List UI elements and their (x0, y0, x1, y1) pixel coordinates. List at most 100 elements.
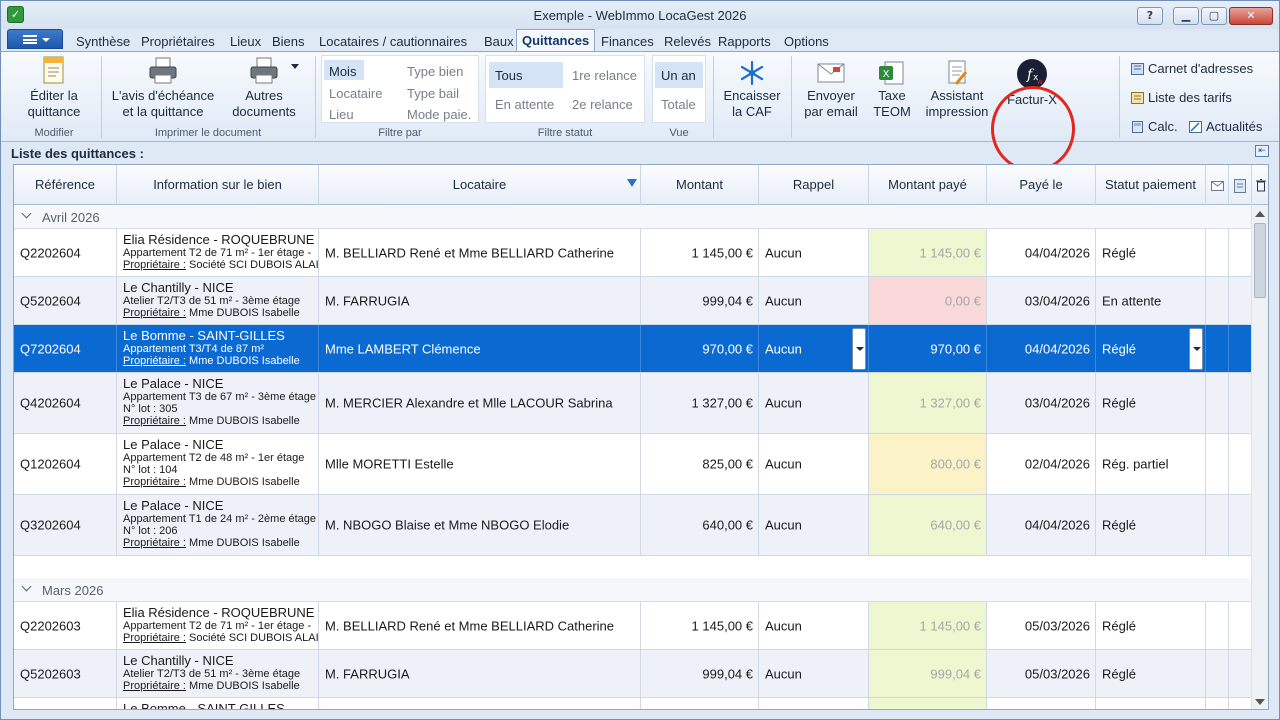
property-info-cell[interactable]: Le Chantilly - NICE Atelier T2/T3 de 51 m… (117, 650, 319, 697)
tab-baux[interactable]: Baux (484, 34, 514, 49)
col-montant-paye[interactable]: Montant payé (869, 165, 987, 205)
reference-cell[interactable]: Q5202604 (14, 277, 117, 324)
scroll-down-icon[interactable] (1255, 699, 1265, 705)
col-statut[interactable]: Statut paiement (1096, 165, 1206, 205)
amount-cell[interactable]: 1 145,00 € (641, 602, 759, 649)
property-info-cell[interactable]: Le Bomme - SAINT-GILLES (117, 698, 319, 709)
note-flag-cell[interactable] (1229, 325, 1252, 372)
paid-date-cell[interactable] (987, 698, 1096, 709)
amount-cell[interactable]: 999,04 € (641, 277, 759, 324)
reminder-cell[interactable]: Aucun (759, 373, 869, 433)
reference-cell[interactable]: Q4202604 (14, 373, 117, 433)
note-flag-cell[interactable] (1229, 277, 1252, 324)
payment-status-cell[interactable]: Réglé (1096, 373, 1206, 433)
reference-cell[interactable]: Q7202604 (14, 325, 117, 372)
reference-cell[interactable]: Q3202604 (14, 495, 117, 555)
col-note-icon[interactable] (1229, 165, 1252, 205)
tenant-cell[interactable]: Mlle MORETTI Estelle (319, 434, 641, 494)
status-reminder-1[interactable]: 1re relance (572, 68, 637, 83)
property-info-cell[interactable]: Le Bomme - SAINT-GILLES Appartement T3/T4… (117, 325, 319, 372)
amount-cell[interactable]: 999,04 € (641, 650, 759, 697)
reference-cell[interactable]: Q1202604 (14, 434, 117, 494)
tenant-cell[interactable]: Mme LAMBERT Clémence (319, 325, 641, 372)
other-documents-button[interactable]: Autres documents (227, 56, 301, 120)
property-info-cell[interactable]: Le Palace - NICE Appartement T2 de 48 m² … (117, 434, 319, 494)
amount-cell[interactable]: 1 145,00 € (641, 229, 759, 276)
tab-locataires[interactable]: Locataires / cautionnaires (319, 34, 467, 49)
tab-synthese[interactable]: Synthèse (76, 34, 130, 49)
paid-date-cell[interactable]: 04/04/2026 (987, 229, 1096, 276)
paid-date-cell[interactable]: 03/04/2026 (987, 277, 1096, 324)
tab-rapports[interactable]: Rapports (718, 34, 771, 49)
reminder-cell[interactable]: Aucun (759, 434, 869, 494)
amount-cell[interactable]: 970,00 € (641, 325, 759, 372)
paid-date-cell[interactable]: 04/04/2026 (987, 495, 1096, 555)
col-locataire[interactable]: Locataire (319, 165, 641, 205)
note-flag-cell[interactable] (1229, 495, 1252, 555)
col-montant[interactable]: Montant (641, 165, 759, 205)
email-flag-cell[interactable] (1206, 650, 1229, 697)
address-book-link[interactable]: Carnet d'adresses (1131, 61, 1253, 76)
col-paye-le[interactable]: Payé le (987, 165, 1096, 205)
amount-paid-cell[interactable]: 1 145,00 € (869, 229, 987, 276)
amount-cell[interactable]: 1 327,00 € (641, 373, 759, 433)
chevron-down-icon[interactable] (21, 208, 32, 219)
reminder-cell[interactable]: Aucun (759, 229, 869, 276)
reminder-cell[interactable]: Aucun (759, 602, 869, 649)
tenant-cell[interactable]: M. NBOGO Blaise et Mme NBOGO Elodie (319, 495, 641, 555)
note-flag-cell[interactable] (1229, 434, 1252, 494)
view-one-year[interactable]: Un an (661, 68, 696, 83)
payment-status-cell[interactable]: En attente (1096, 277, 1206, 324)
scroll-thumb[interactable] (1254, 223, 1266, 298)
email-flag-cell[interactable] (1206, 373, 1229, 433)
amount-paid-cell[interactable]: 999,04 € (869, 650, 987, 697)
view-total[interactable]: Totale (661, 97, 696, 112)
pin-panel-icon[interactable]: ⇤ (1255, 145, 1269, 157)
status-all[interactable]: Tous (495, 68, 522, 83)
send-email-button[interactable]: Envoyer par email (797, 60, 865, 120)
calculator-link[interactable]: Calc. (1131, 119, 1178, 134)
amount-paid-cell[interactable]: 1 145,00 € (869, 602, 987, 649)
amount-cell[interactable] (641, 698, 759, 709)
paid-date-cell[interactable]: 05/03/2026 (987, 650, 1096, 697)
print-notice-receipt-button[interactable]: L'avis d'échéance et la quittance (109, 56, 217, 120)
email-flag-cell[interactable] (1206, 698, 1229, 709)
tenant-cell[interactable] (319, 698, 641, 709)
paid-date-cell[interactable]: 05/03/2026 (987, 602, 1096, 649)
filter-payment-mode[interactable]: Mode paie. (407, 107, 471, 122)
reminder-cell[interactable]: Aucun (759, 650, 869, 697)
property-info-cell[interactable]: Le Chantilly - NICE Atelier T2/T3 de 51 m… (117, 277, 319, 324)
email-flag-cell[interactable] (1206, 277, 1229, 324)
property-info-cell[interactable]: Le Palace - NICE Appartement T1 de 24 m² … (117, 495, 319, 555)
reminder-cell[interactable]: Aucun (759, 495, 869, 555)
payment-status-cell[interactable]: Rég. partiel (1096, 434, 1206, 494)
tenant-cell[interactable]: M. MERCIER Alexandre et Mlle LACOUR Sabr… (319, 373, 641, 433)
note-flag-cell[interactable] (1229, 698, 1252, 709)
note-flag-cell[interactable] (1229, 650, 1252, 697)
price-list-link[interactable]: Liste des tarifs (1131, 90, 1232, 105)
tenant-cell[interactable]: M. FARRUGIA (319, 650, 641, 697)
tenant-cell[interactable]: M. FARRUGIA (319, 277, 641, 324)
news-link[interactable]: Actualités (1189, 119, 1262, 134)
payment-status-cell[interactable] (1096, 698, 1206, 709)
amount-cell[interactable]: 640,00 € (641, 495, 759, 555)
amount-paid-cell[interactable]: 970,00 € (869, 325, 987, 372)
status-dropdown-button[interactable] (1189, 328, 1203, 370)
print-assistant-button[interactable]: Assistant impression (921, 60, 993, 120)
table-row[interactable]: Q4202604 Le Palace - NICE Appartement T3 d… (14, 373, 1252, 434)
table-row[interactable]: Q7202604 Le Bomme - SAINT-GILLES Apparteme… (14, 325, 1252, 373)
col-delete-icon[interactable] (1252, 165, 1268, 205)
filter-property-type[interactable]: Type bien (407, 64, 463, 79)
col-rappel[interactable]: Rappel (759, 165, 869, 205)
email-flag-cell[interactable] (1206, 434, 1229, 494)
reference-cell[interactable] (14, 698, 117, 709)
tab-biens[interactable]: Biens (272, 34, 305, 49)
property-info-cell[interactable]: Elia Résidence - ROQUEBRUNE C Appartement… (117, 229, 319, 276)
payment-status-cell[interactable]: Réglé (1096, 229, 1206, 276)
group-header[interactable]: Avril 2026 (14, 205, 1252, 229)
status-reminder-2[interactable]: 2e relance (572, 97, 633, 112)
col-reference[interactable]: Référence (14, 165, 117, 205)
reference-cell[interactable]: Q5202603 (14, 650, 117, 697)
amount-paid-cell[interactable]: 800,00 € (869, 434, 987, 494)
tab-releves[interactable]: Relevés (664, 34, 711, 49)
